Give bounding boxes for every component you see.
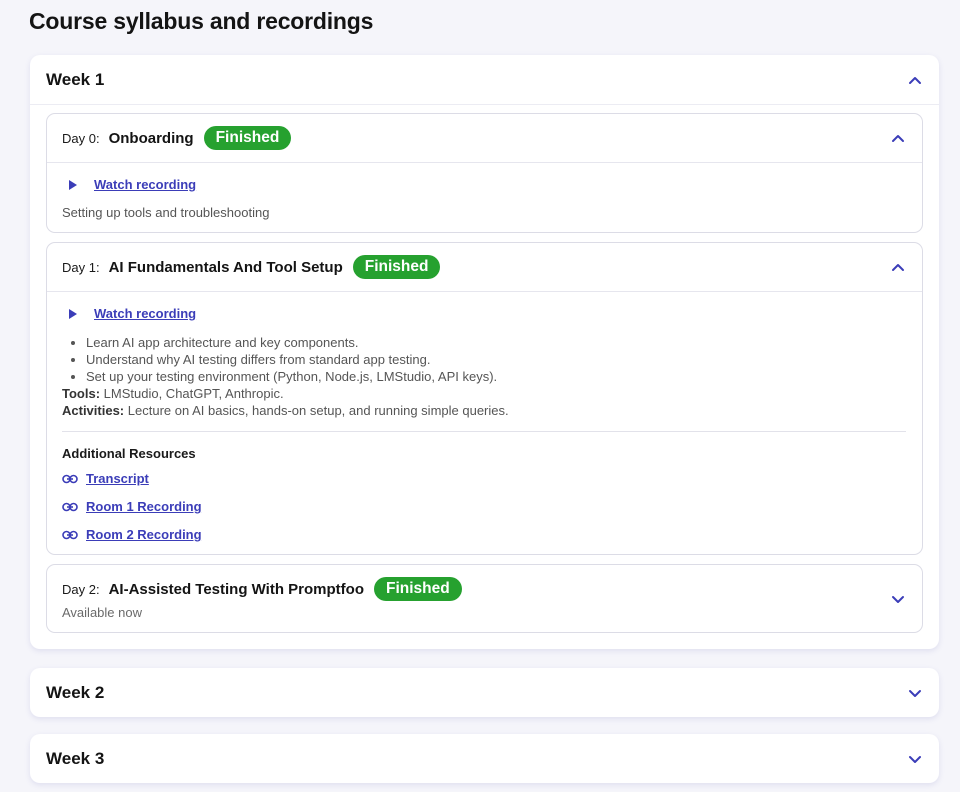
link-icon	[62, 501, 78, 513]
day-header-2[interactable]: Day 2: AI-Assisted Testing With Promptfo…	[47, 565, 922, 632]
watch-recording-row: Watch recording	[67, 306, 906, 321]
chevron-up-icon[interactable]	[890, 130, 906, 146]
week-title: Week 2	[46, 682, 105, 702]
week-card-3: Week 3	[30, 734, 939, 783]
availability-text: Available now	[62, 605, 142, 620]
week-card-1: Week 1 Day 0: Onboarding Finished Watch …	[30, 55, 939, 649]
day-card-1: Day 1: AI Fundamentals And Tool Setup Fi…	[46, 242, 923, 555]
week-title: Week 1	[46, 69, 105, 89]
day-card-0: Day 0: Onboarding Finished Watch recordi…	[46, 113, 923, 233]
tools-value: LMStudio, ChatGPT, Anthropic.	[103, 386, 284, 401]
week-body-1: Day 0: Onboarding Finished Watch recordi…	[30, 104, 939, 649]
link-icon	[62, 473, 78, 485]
play-icon	[67, 308, 79, 320]
day-number: Day 1:	[62, 259, 100, 275]
tools-line: Tools: LMStudio, ChatGPT, Anthropic.	[62, 385, 906, 402]
week-header-3[interactable]: Week 3	[30, 734, 939, 783]
chevron-up-icon[interactable]	[890, 259, 906, 275]
day-body-1: Watch recording Learn AI app architectur…	[47, 291, 922, 554]
resource-row: Room 2 Recording	[62, 527, 906, 542]
watch-recording-link[interactable]: Watch recording	[94, 306, 196, 321]
resource-row: Transcript	[62, 471, 906, 486]
day-description: Setting up tools and troubleshooting	[62, 205, 270, 220]
resources-title: Additional Resources	[62, 446, 196, 461]
day-title: AI-Assisted Testing With Promptfoo	[108, 580, 364, 598]
link-icon	[62, 529, 78, 541]
week-card-2: Week 2	[30, 668, 939, 717]
day-header-0[interactable]: Day 0: Onboarding Finished	[47, 114, 922, 162]
list-item: Learn AI app architecture and key compon…	[86, 334, 906, 351]
resource-link-transcript[interactable]: Transcript	[86, 471, 149, 486]
week-header-2[interactable]: Week 2	[30, 668, 939, 717]
divider	[62, 431, 906, 432]
week-header-1[interactable]: Week 1	[30, 55, 939, 104]
page-title: Course syllabus and recordings	[29, 8, 374, 34]
activities-label: Activities:	[62, 403, 125, 418]
day-body-0: Watch recording Setting up tools and tro…	[47, 162, 922, 232]
chevron-down-icon[interactable]	[907, 685, 923, 701]
day-card-2: Day 2: AI-Assisted Testing With Promptfo…	[46, 564, 923, 633]
day-title: AI Fundamentals And Tool Setup	[108, 258, 343, 276]
day-number: Day 0:	[62, 130, 100, 146]
activities-line: Activities: Lecture on AI basics, hands-…	[62, 402, 906, 419]
day-title: Onboarding	[108, 129, 194, 147]
chevron-down-icon[interactable]	[907, 751, 923, 767]
play-icon	[67, 179, 79, 191]
resource-link-room-1[interactable]: Room 1 Recording	[86, 499, 202, 514]
tools-label: Tools:	[62, 386, 101, 401]
list-item: Understand why AI testing differs from s…	[86, 351, 906, 368]
day-header-1[interactable]: Day 1: AI Fundamentals And Tool Setup Fi…	[47, 243, 922, 291]
topic-list: Learn AI app architecture and key compon…	[86, 334, 906, 385]
status-badge: Finished	[203, 126, 292, 150]
watch-recording-link[interactable]: Watch recording	[94, 177, 196, 192]
chevron-down-icon[interactable]	[890, 591, 906, 607]
resource-row: Room 1 Recording	[62, 499, 906, 514]
status-badge: Finished	[374, 577, 462, 601]
watch-recording-row: Watch recording	[67, 177, 906, 192]
activities-value: Lecture on AI basics, hands-on setup, an…	[127, 403, 509, 418]
status-badge: Finished	[352, 255, 441, 279]
chevron-up-icon[interactable]	[907, 72, 923, 88]
week-title: Week 3	[46, 748, 105, 768]
day-number: Day 2:	[62, 581, 100, 597]
list-item: Set up your testing environment (Python,…	[86, 368, 906, 385]
resource-link-room-2[interactable]: Room 2 Recording	[86, 527, 202, 542]
